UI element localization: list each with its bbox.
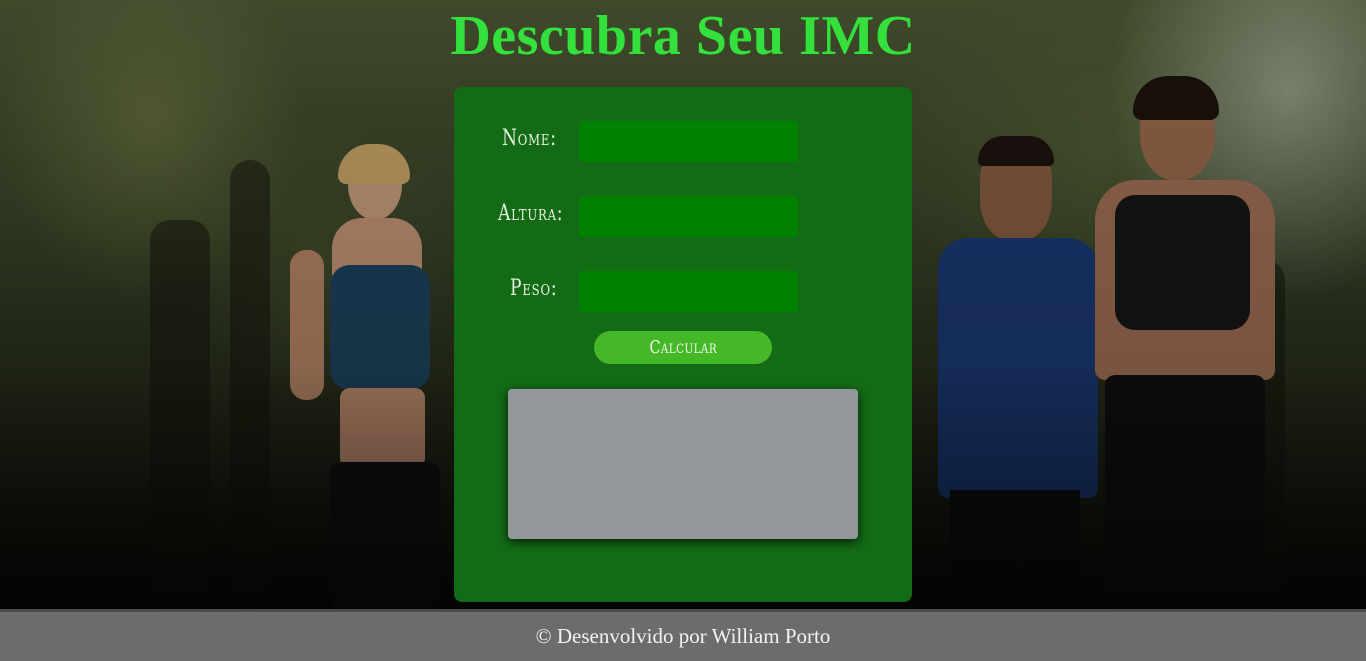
footer: © Desenvolvido por William Porto bbox=[0, 609, 1366, 661]
calculate-button-label: Calcular bbox=[649, 337, 717, 358]
name-label: Nome: bbox=[502, 126, 557, 151]
height-input[interactable] bbox=[579, 196, 798, 237]
weight-input[interactable] bbox=[579, 271, 798, 312]
weight-label: Peso: bbox=[510, 276, 558, 301]
page-title: Descubra Seu IMC bbox=[450, 5, 916, 67]
name-input[interactable] bbox=[579, 121, 798, 162]
result-box bbox=[508, 389, 858, 539]
calculate-button[interactable]: Calcular bbox=[594, 331, 772, 364]
footer-credit: © Desenvolvido por William Porto bbox=[535, 624, 831, 648]
height-label: Altura: bbox=[498, 201, 564, 226]
